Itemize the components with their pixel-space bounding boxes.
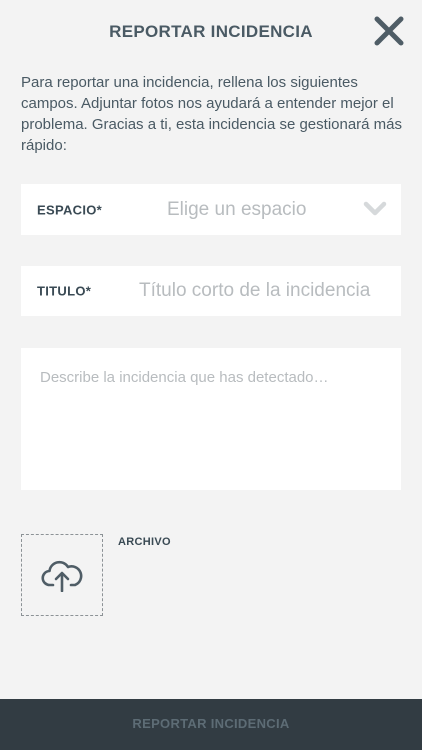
close-icon bbox=[374, 16, 404, 46]
cloud-upload-icon bbox=[41, 560, 83, 592]
chevron-down-icon bbox=[363, 201, 387, 216]
report-incident-screen: REPORTAR INCIDENCIA Para reportar una in… bbox=[0, 0, 422, 750]
descripcion-placeholder: Describe la incidencia que has detectado… bbox=[40, 369, 329, 386]
descripcion-textarea[interactable]: Describe la incidencia que has detectado… bbox=[21, 348, 401, 490]
header: REPORTAR INCIDENCIA bbox=[0, 0, 422, 64]
archivo-label: ARCHIVO bbox=[118, 536, 171, 548]
espacio-placeholder: Elige un espacio bbox=[167, 198, 307, 220]
titulo-input[interactable]: Título corto de la incidencia bbox=[139, 280, 370, 302]
espacio-select[interactable]: ESPACIO* Elige un espacio bbox=[21, 184, 401, 235]
submit-button[interactable]: REPORTAR INCIDENCIA bbox=[0, 699, 422, 750]
intro-text: Para reportar una incidencia, rellena lo… bbox=[21, 74, 403, 154]
submit-label: REPORTAR INCIDENCIA bbox=[132, 716, 290, 731]
espacio-label: ESPACIO* bbox=[37, 202, 103, 217]
page-title: REPORTAR INCIDENCIA bbox=[109, 22, 313, 41]
close-button[interactable] bbox=[372, 14, 406, 48]
file-upload-button[interactable] bbox=[21, 534, 103, 616]
titulo-label: TITULO* bbox=[37, 283, 92, 299]
titulo-field[interactable]: TITULO* Título corto de la incidencia bbox=[21, 266, 401, 316]
